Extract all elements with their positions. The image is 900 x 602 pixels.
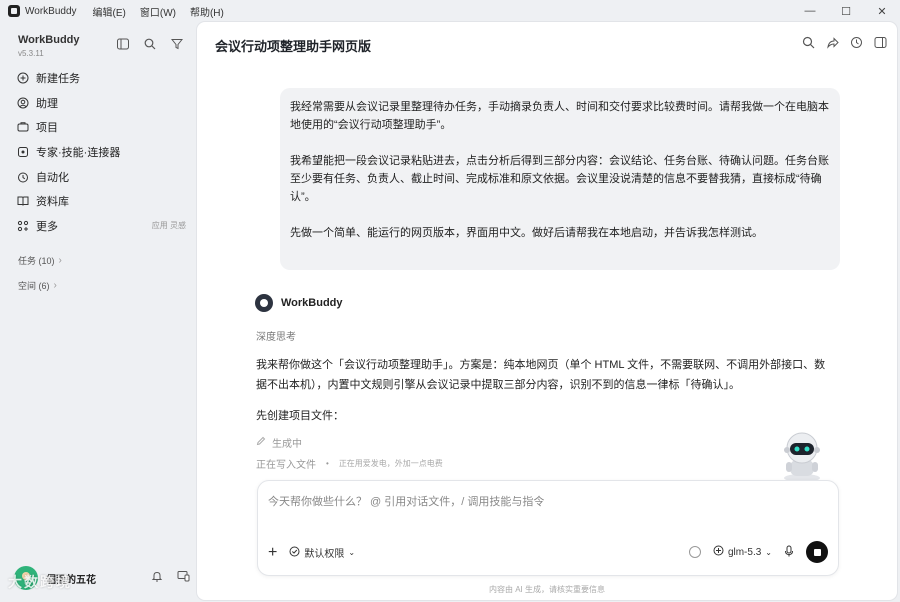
history-icon[interactable]	[850, 36, 863, 54]
page-title: 会议行动项整理助手网页版	[215, 39, 372, 54]
menu-edit[interactable]: 编辑(E)	[93, 4, 126, 19]
permission-label: 默认权限	[304, 549, 345, 560]
sidebar-item-label: 新建任务	[36, 73, 80, 86]
sidebar-item-label: 自动化	[36, 171, 69, 184]
app-logo-icon	[8, 5, 20, 17]
message-composer: 今天帮你做些什么？ @ 引用对话文件，/ 调用技能与指令 + 默认权限 ⌄ gl…	[257, 480, 839, 576]
message-input[interactable]: 今天帮你做些什么？ @ 引用对话文件，/ 调用技能与指令	[268, 493, 544, 509]
sidebar-item-automation[interactable]: 自动化	[16, 164, 186, 189]
section-tasks[interactable]: 任务 (10) ›	[18, 254, 62, 267]
grid-icon	[16, 219, 30, 233]
user-message-paragraph: 我希望能把一段会议记录粘贴进去，点击分析后得到三部分内容：会议结论、任务台账、待…	[290, 155, 829, 203]
search-icon[interactable]	[141, 36, 159, 52]
model-selector[interactable]: glm-5.3 ⌄	[713, 545, 772, 559]
expert-icon	[16, 145, 30, 159]
model-icon	[713, 545, 724, 559]
main-panel: 会议行动项整理助手网页版 我经常需要从会议记录里整理待办任务，手动摘录负责人、时…	[197, 22, 897, 600]
more-extra-label: 应用 灵感	[151, 221, 186, 231]
bot-reply-2: 先创建项目文件：	[256, 410, 344, 422]
menu-window[interactable]: 窗口(W)	[140, 4, 176, 19]
close-button[interactable]: ✕	[864, 0, 900, 22]
bell-icon[interactable]	[151, 569, 163, 587]
bot-header: WorkBuddy	[255, 294, 343, 312]
user-message-paragraph: 先做一个简单、能运行的网页版本，界面用中文。做好后请帮我在本地启动，并告诉我怎样…	[290, 227, 763, 239]
brand-version: v5.3.11	[18, 49, 44, 58]
microphone-icon[interactable]	[784, 545, 794, 560]
bot-logo-icon	[255, 294, 273, 312]
user-message-paragraph: 我经常需要从会议记录里整理待办任务，手动摘录负责人、时间和交付要求比较费时间。请…	[290, 101, 829, 131]
writing-status: 正在写入文件 • 正在用爱发电，外加一点电费	[256, 456, 443, 471]
generating-label: 生成中	[272, 439, 302, 450]
project-icon	[16, 120, 30, 134]
add-icon[interactable]: +	[268, 544, 277, 560]
sidebar-toggle-icon[interactable]	[114, 36, 132, 52]
book-icon	[16, 194, 30, 208]
section-label: 空间 (6)	[18, 281, 50, 291]
chevron-right-icon: ›	[53, 280, 57, 291]
section-label: 任务 (10)	[18, 256, 55, 266]
sidebar-item-label: 专家·技能·连接器	[36, 147, 121, 160]
writing-label: 正在写入文件	[256, 460, 316, 471]
maximize-button[interactable]: ☐	[828, 0, 864, 22]
sidebar-item-assistant[interactable]: 助理	[16, 91, 186, 116]
sidebar-nav: 新建任务 助理 项目 专家·技能·连接器 自动化 资料库 更多 应用 灵感	[16, 66, 186, 238]
devices-icon[interactable]	[177, 569, 190, 587]
model-label: glm-5.3	[727, 546, 762, 558]
deep-thinking-toggle[interactable]: 深度思考	[256, 328, 296, 343]
robot-mascot-icon	[774, 428, 830, 484]
sidebar-item-label: 更多	[36, 220, 58, 233]
clock-icon	[16, 170, 30, 184]
app-name: WorkBuddy	[25, 5, 77, 17]
sidebar-item-label: 助理	[36, 97, 58, 110]
sidebar-item-library[interactable]: 资料库	[16, 189, 186, 214]
watermark: 大数跨境	[8, 574, 72, 590]
plus-circle-icon	[16, 71, 30, 85]
sidebar-item-label: 资料库	[36, 196, 69, 209]
stop-button[interactable]	[806, 541, 828, 563]
sidebar: WorkBuddy v5.3.11 新建任务 助理 项目 专家·技能·连接器 自…	[0, 22, 196, 602]
chevron-right-icon: ›	[58, 255, 62, 266]
chevron-down-icon: ⌄	[348, 548, 356, 557]
panel-toggle-icon[interactable]	[874, 36, 887, 54]
filter-icon[interactable]	[168, 36, 186, 52]
generating-status: 生成中	[256, 435, 302, 450]
sidebar-item-project[interactable]: 项目	[16, 115, 186, 140]
context-ring-icon[interactable]	[688, 546, 701, 558]
share-icon[interactable]	[826, 36, 839, 54]
sidebar-item-more[interactable]: 更多 应用 灵感	[16, 214, 186, 239]
permission-selector[interactable]: 默认权限 ⌄	[289, 545, 355, 560]
stop-icon	[813, 548, 821, 556]
brand-name: WorkBuddy	[18, 34, 80, 46]
section-spaces[interactable]: 空间 (6) ›	[18, 279, 57, 292]
dot-separator: •	[326, 459, 329, 468]
user-message: 我经常需要从会议记录里整理待办任务，手动摘录负责人、时间和交付要求比较费时间。请…	[280, 88, 840, 270]
search-icon[interactable]	[802, 36, 815, 54]
bot-name: WorkBuddy	[281, 297, 343, 309]
sidebar-item-label: 项目	[36, 122, 58, 135]
minimize-button[interactable]: —	[792, 0, 828, 22]
ai-disclaimer: 内容由 AI 生成，请核实重要信息	[488, 585, 605, 594]
pencil-icon	[256, 436, 266, 449]
chevron-down-icon: ⌄	[765, 547, 772, 557]
sidebar-item-new-task[interactable]: 新建任务	[16, 66, 186, 91]
menu-help[interactable]: 帮助(H)	[190, 4, 224, 19]
assistant-icon	[16, 96, 30, 110]
main-header: 会议行动项整理助手网页版	[197, 22, 897, 66]
brand: WorkBuddy v5.3.11	[18, 34, 80, 58]
title-bar: WorkBuddy 编辑(E) 窗口(W) 帮助(H) — ☐ ✕	[0, 0, 900, 22]
writing-hint: 正在用爱发电，外加一点电费	[338, 459, 443, 468]
shield-check-icon	[289, 546, 300, 560]
bot-reply: 我来帮你做这个「会议行动项整理助手」。方案是：纯本地网页（单个 HTML 文件，…	[256, 359, 826, 391]
sidebar-item-experts[interactable]: 专家·技能·连接器	[16, 140, 186, 165]
